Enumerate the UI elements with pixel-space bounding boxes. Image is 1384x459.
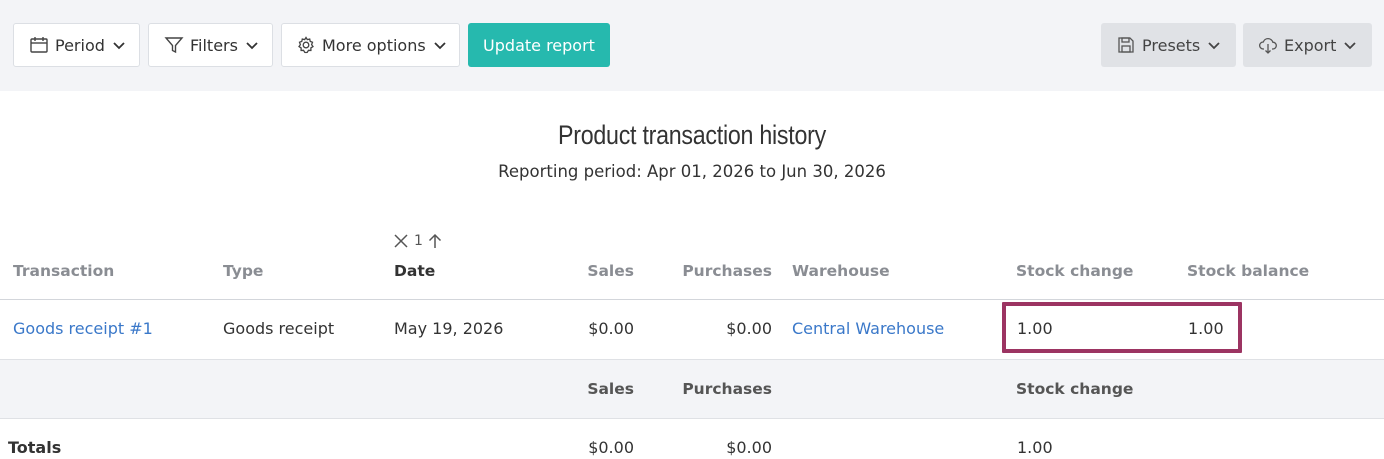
export-button[interactable]: Export <box>1243 23 1372 67</box>
column-header-warehouse[interactable]: Warehouse <box>792 262 890 280</box>
column-header-sales[interactable]: Sales <box>540 262 634 280</box>
column-header-type[interactable]: Type <box>223 262 263 280</box>
gear-icon <box>296 35 316 55</box>
period-label: Period <box>55 35 105 55</box>
report-title: Product transaction history <box>558 120 826 150</box>
totals-header-purchases: Purchases <box>682 380 772 398</box>
cloud-download-icon <box>1258 35 1278 55</box>
totals-label: Totals <box>8 438 62 457</box>
cell-purchases: $0.00 <box>726 319 772 338</box>
cell-type: Goods receipt <box>223 319 335 338</box>
chevron-down-icon <box>244 37 260 53</box>
highlight-box <box>1002 302 1242 353</box>
more-options-button[interactable]: More options <box>281 23 460 67</box>
column-header-purchases[interactable]: Purchases <box>660 262 772 280</box>
column-header-stock-change[interactable]: Stock change <box>1016 262 1133 280</box>
period-button[interactable]: Period <box>13 23 140 67</box>
sort-indicator: 1 <box>393 233 442 249</box>
cell-sales: $0.00 <box>588 319 634 338</box>
totals-header-stock-change: Stock change <box>1016 380 1134 398</box>
report-toolbar: Period Filters More options Update repor… <box>0 0 1384 91</box>
warehouse-link[interactable]: Central Warehouse <box>792 319 944 338</box>
totals-stock-change: 1.00 <box>1017 438 1053 457</box>
presets-label: Presets <box>1142 35 1201 55</box>
reporting-period: Reporting period: Apr 01, 2026 to Jun 30… <box>498 162 886 181</box>
filters-label: Filters <box>190 35 238 55</box>
totals-sales: $0.00 <box>588 438 634 457</box>
save-icon <box>1116 35 1136 55</box>
filters-button[interactable]: Filters <box>148 23 273 67</box>
chevron-down-icon <box>1206 37 1222 53</box>
totals-header-sales: Sales <box>587 380 634 398</box>
chevron-down-icon <box>111 37 127 53</box>
calendar-icon <box>29 35 49 55</box>
transaction-link[interactable]: Goods receipt #1 <box>13 319 153 338</box>
column-header-transaction[interactable]: Transaction <box>13 262 114 280</box>
column-header-date[interactable]: Date <box>394 262 435 280</box>
more-options-label: More options <box>322 35 426 55</box>
export-label: Export <box>1284 35 1337 55</box>
presets-button[interactable]: Presets <box>1101 23 1236 67</box>
chevron-down-icon <box>432 37 448 53</box>
update-report-label: Update report <box>483 35 595 55</box>
sort-priority: 1 <box>414 233 423 249</box>
clear-sort-icon[interactable] <box>393 233 409 249</box>
filter-icon <box>164 35 184 55</box>
update-report-button[interactable]: Update report <box>468 23 610 67</box>
totals-divider <box>0 418 1384 419</box>
totals-purchases: $0.00 <box>726 438 772 457</box>
column-header-stock-balance[interactable]: Stock balance <box>1187 262 1309 280</box>
chevron-down-icon <box>1342 37 1358 53</box>
arrow-up-icon[interactable] <box>428 233 442 249</box>
cell-date: May 19, 2026 <box>394 319 504 338</box>
